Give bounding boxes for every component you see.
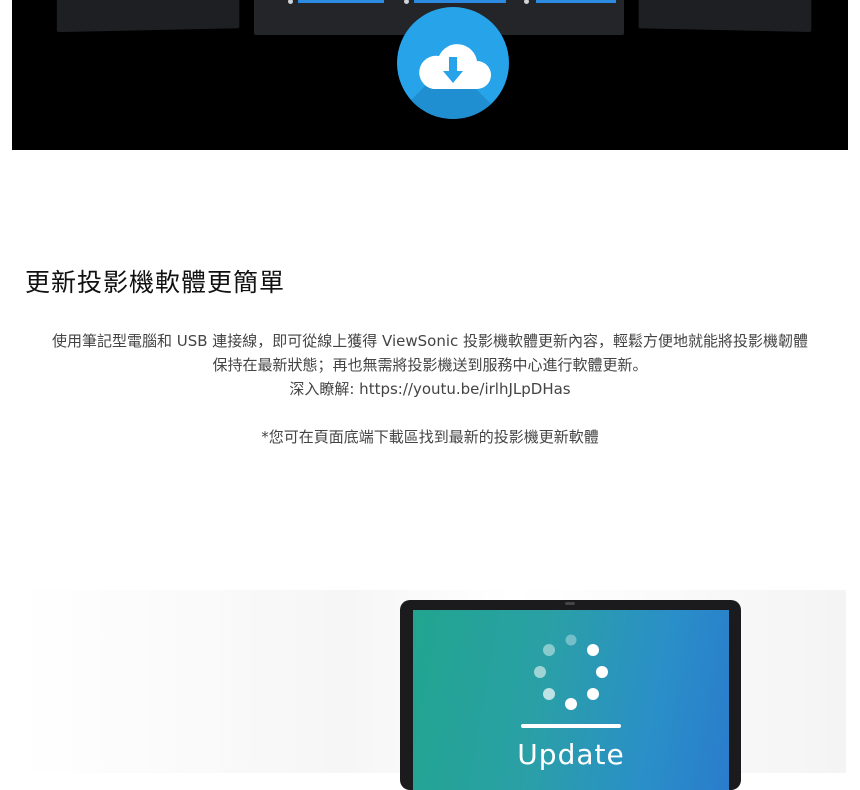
progress-line (521, 724, 621, 728)
update-label: Update (517, 738, 625, 771)
cloud-download-icon (397, 7, 509, 119)
section-title: 更新投影機軟體更簡單 (25, 268, 286, 297)
laptop-illustration: Update (400, 600, 741, 790)
device-panel-left (56, 0, 240, 33)
description-line: 保持在最新狀態；再也無需將投影機送到服務中心進行軟體更新。 (212, 356, 648, 374)
section-description: 使用筆記型電腦和 USB 連接線，即可從線上獲得 ViewSonic 投影機軟體… (14, 329, 846, 401)
laptop-screen: Update (413, 610, 729, 790)
webcam (565, 602, 575, 605)
device-panel-right (638, 0, 812, 33)
download-note: *您可在頁面底端下載區找到最新的投影機更新軟體 (261, 428, 599, 446)
learn-more-link[interactable]: 深入瞭解: https://youtu.be/irlhJLpDHas (14, 377, 846, 401)
loading-spinner-icon (534, 634, 608, 710)
description-line: 使用筆記型電腦和 USB 連接線，即可從線上獲得 ViewSonic 投影機軟體… (51, 332, 809, 350)
hero-banner (12, 0, 848, 150)
